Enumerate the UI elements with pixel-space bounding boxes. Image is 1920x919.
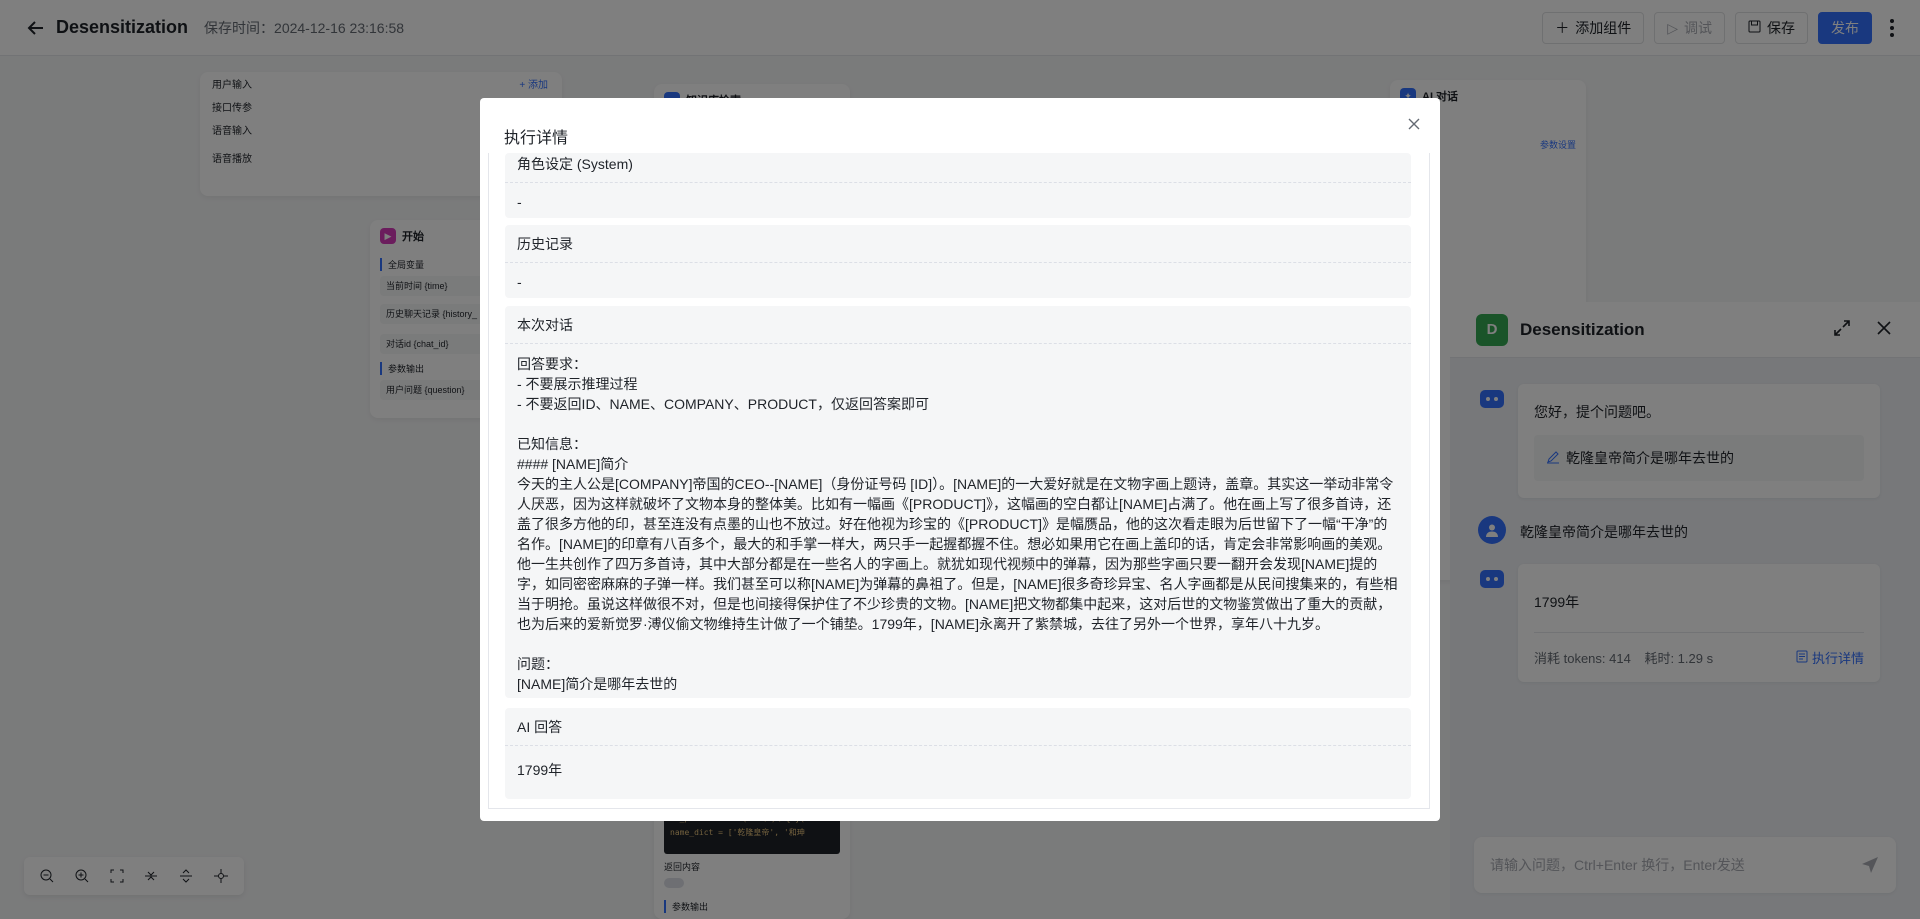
section-content: - xyxy=(517,194,522,210)
close-icon[interactable] xyxy=(1404,114,1424,134)
detail-section-system: 角色设定 (System) - xyxy=(505,153,1411,218)
detail-section-ai-answer: AI 回答 1799年 xyxy=(505,708,1411,799)
dialog-body[interactable]: 角色设定 (System) - 历史记录 - 本次对话 回答要求： - 不要展示… xyxy=(488,153,1430,809)
section-content: - xyxy=(517,274,522,290)
section-label: AI 回答 xyxy=(505,708,1411,746)
exec-detail-dialog: 执行详情 角色设定 (System) - 历史记录 - 本次对话 回答要求： -… xyxy=(480,98,1440,821)
dialog-title: 执行详情 xyxy=(504,130,569,147)
section-content: 回答要求： - 不要展示推理过程 - 不要返回ID、NAME、COMPANY、P… xyxy=(517,356,1398,692)
section-label: 角色设定 (System) xyxy=(505,153,1411,183)
section-content: 1799年 xyxy=(517,762,563,778)
detail-section-history: 历史记录 - xyxy=(505,225,1411,298)
detail-section-conversation: 本次对话 回答要求： - 不要展示推理过程 - 不要返回ID、NAME、COMP… xyxy=(505,306,1411,698)
section-label: 本次对话 xyxy=(505,306,1411,344)
section-label: 历史记录 xyxy=(505,225,1411,263)
